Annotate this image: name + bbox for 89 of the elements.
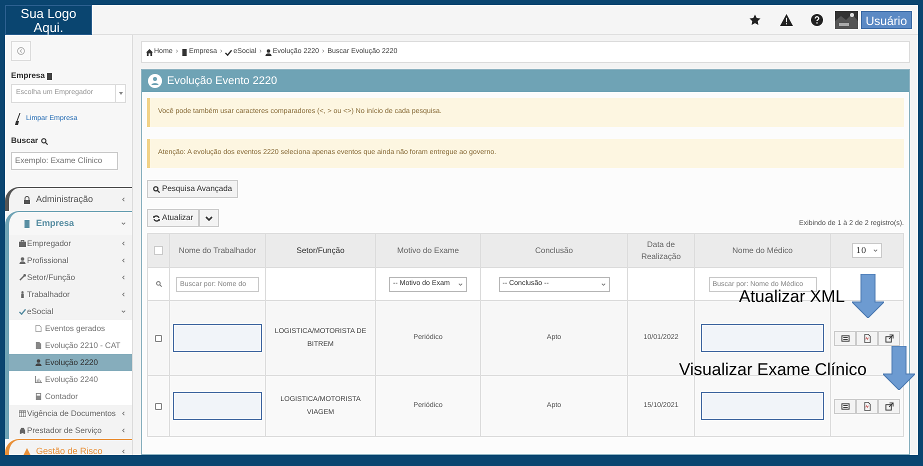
field-label: Empresa <box>11 70 45 82</box>
user-icon <box>19 257 26 264</box>
user-icon <box>264 48 272 56</box>
refresh-button[interactable]: Atualizar <box>147 209 200 227</box>
list-icon <box>840 402 850 410</box>
column-header: Nome do Médico <box>694 234 830 268</box>
building-icon <box>23 220 31 228</box>
checkbox[interactable] <box>154 246 163 255</box>
panel-title: Evolução Evento 2220 <box>167 74 278 89</box>
person-icon <box>19 291 26 298</box>
user-icon <box>148 74 162 88</box>
menu-item[interactable]: Evolução 2220 <box>9 354 132 371</box>
document-icon <box>862 334 872 342</box>
chevron-down-icon <box>121 221 126 226</box>
chevron-down-icon <box>600 282 606 286</box>
file-icon <box>35 342 42 349</box>
menu-item[interactable]: Evolução 2240 <box>9 371 132 388</box>
chevron-left-icon <box>121 241 126 246</box>
page-size-select[interactable]: 10 <box>852 243 882 258</box>
chevron-left-icon <box>121 292 126 297</box>
search-icon <box>153 186 160 192</box>
down-arrow-icon <box>883 346 915 390</box>
action-button[interactable] <box>856 330 878 346</box>
building-icon <box>46 72 52 80</box>
chevron-down-icon <box>458 282 463 286</box>
file-icon <box>35 325 42 332</box>
chevron-down-icon <box>121 309 126 314</box>
action-button[interactable] <box>878 398 900 414</box>
check-icon <box>19 308 26 315</box>
document-icon <box>862 402 872 410</box>
external-link-icon <box>884 402 894 410</box>
chevron-down-icon <box>205 216 214 220</box>
caret-icon <box>118 92 122 95</box>
action-button[interactable] <box>834 330 856 346</box>
action-button[interactable] <box>878 330 900 346</box>
calculator-icon <box>35 393 42 400</box>
menu-item[interactable]: Prestador de Serviço <box>9 422 132 439</box>
menu-item[interactable]: Trabalhador <box>9 286 132 303</box>
star-icon[interactable] <box>748 14 761 26</box>
menu-item[interactable]: Profissional <box>9 252 132 269</box>
menu-item[interactable]: Eventos gerados <box>9 320 132 337</box>
menu-item[interactable]: Evolução 2210 - CAT <box>9 337 132 354</box>
menu-item[interactable]: Vigência de Documentos <box>9 405 132 422</box>
bar-chart-icon <box>35 376 42 383</box>
wrench-icon <box>19 274 26 281</box>
menu-item[interactable]: Contador <box>9 388 132 405</box>
search-field[interactable]: Exemplo: Exame Clínico <box>11 152 118 170</box>
warning-icon <box>23 448 31 455</box>
car-icon <box>19 427 26 434</box>
chevron-left-icon <box>121 197 126 202</box>
chevron-left-icon <box>121 449 126 454</box>
user-icon <box>35 359 42 366</box>
chevron-left-icon <box>121 258 126 263</box>
menu-item[interactable]: Administração <box>5 187 132 211</box>
broom-icon <box>15 113 21 125</box>
menu-item[interactable]: eSocial <box>9 303 132 320</box>
checkbox[interactable] <box>155 334 162 342</box>
menu-item[interactable]: Empregador <box>9 235 132 252</box>
chevron-left-icon <box>121 411 126 416</box>
column-header: Conclusão <box>480 234 628 268</box>
building-icon <box>181 48 188 56</box>
circle-arrow-icon <box>17 47 25 55</box>
calendar-icon <box>19 410 26 417</box>
briefcase-icon <box>19 240 26 247</box>
chevron-left-icon <box>121 275 126 280</box>
chevron-left-icon <box>121 428 126 433</box>
home-icon <box>146 48 153 56</box>
lock-icon <box>23 196 31 204</box>
down-arrow-icon <box>852 274 884 318</box>
annotation-text: Visualizar Exame Clínico <box>679 360 867 380</box>
action-button[interactable] <box>834 398 856 414</box>
user-button[interactable]: Usuário <box>860 10 912 28</box>
search-icon <box>41 138 48 144</box>
refresh-icon <box>153 214 160 222</box>
menu-item[interactable]: Empresa <box>5 211 132 235</box>
external-link-icon <box>884 334 894 342</box>
check-icon <box>225 48 232 56</box>
checkbox[interactable] <box>155 402 162 410</box>
advanced-search-button[interactable]: Pesquisa Avançada <box>147 180 238 198</box>
chevron-down-icon <box>873 248 878 253</box>
warning-icon[interactable] <box>780 14 793 26</box>
field-label: Buscar <box>11 135 38 147</box>
search-icon <box>156 281 162 287</box>
menu-item[interactable]: Setor/Função <box>9 269 132 286</box>
dropdown-button[interactable] <box>199 209 220 227</box>
action-button[interactable] <box>856 398 878 414</box>
logo: Sua Logo Aqui. <box>5 4 92 34</box>
help-icon[interactable] <box>810 14 823 26</box>
list-icon <box>840 334 850 342</box>
